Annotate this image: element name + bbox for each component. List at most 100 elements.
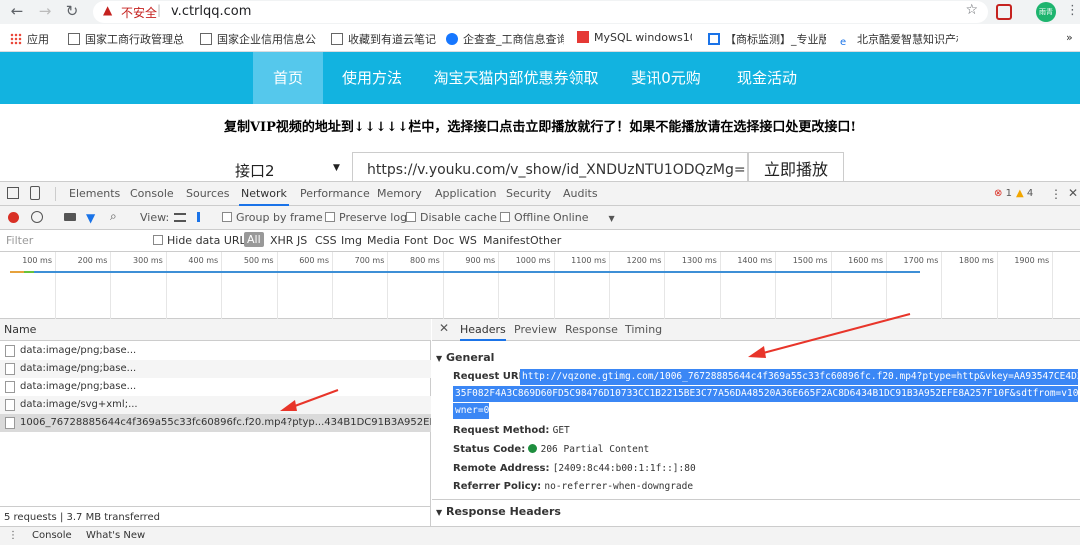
nav-home[interactable]: 首页 (253, 52, 323, 104)
extension-icon[interactable] (996, 4, 1012, 20)
timeline-gridline (387, 252, 389, 319)
general-section-toggle[interactable]: ▼ General (436, 351, 494, 364)
bookmark-item[interactable]: 国家工商行政管理总 (68, 31, 186, 47)
bookmark-item[interactable]: e 北京酷爱智慧知识产权 (840, 31, 958, 49)
tab-timing[interactable]: Timing (625, 323, 662, 336)
hide-data-urls-checkbox[interactable]: Hide data URLs (153, 234, 251, 247)
tab-headers[interactable]: Headers (460, 323, 506, 341)
request-row[interactable]: data:image/png;base... (0, 360, 431, 378)
tab-audits[interactable]: Audits (561, 182, 600, 206)
kebab-menu-icon[interactable]: ⋮ (1050, 187, 1062, 201)
filter-type-all[interactable]: All (244, 232, 264, 247)
security-label: 不安全 (121, 6, 158, 20)
page-icon (68, 33, 80, 45)
request-row[interactable]: data:image/png;base... (0, 342, 431, 360)
timeline-tick-label: 200 ms (77, 256, 108, 265)
profile-avatar[interactable]: 雨青 (1036, 2, 1056, 22)
request-row-selected[interactable]: 1006_76728885644c4f369a55c33fc60896fc.f2… (0, 414, 431, 432)
menu-icon[interactable]: ⋮ (1066, 3, 1079, 18)
bookmark-item[interactable]: 企查查_工商信息查询 (446, 31, 564, 47)
file-icon (5, 345, 15, 357)
timeline-tick-label: 1000 ms (515, 256, 551, 265)
nav-cash[interactable]: 现金活动 (728, 52, 806, 104)
timeline-gridline (996, 252, 998, 319)
file-icon (5, 399, 15, 411)
response-headers-toggle[interactable]: ▼ Response Headers (436, 505, 561, 518)
nav-usage[interactable]: 使用方法 (336, 52, 408, 104)
disable-cache-checkbox[interactable]: Disable cache (406, 211, 497, 224)
filter-type-css[interactable]: CSS (315, 234, 337, 247)
bookmark-item[interactable]: 国家企业信用信息公 (200, 31, 318, 47)
timeline-gridline (55, 252, 56, 319)
tab-console[interactable]: Console (128, 182, 176, 206)
filter-type-ws[interactable]: WS (459, 234, 477, 247)
network-overview[interactable]: 100 ms 200 ms 300 ms 400 ms 500 ms 600 ms 700 … (0, 252, 1080, 319)
nav-coupons[interactable]: 淘宝天猫内部优惠券领取 (428, 52, 604, 104)
drawer-tab-console[interactable]: Console (32, 530, 72, 541)
close-icon[interactable]: ✕ (439, 321, 449, 335)
tab-elements[interactable]: Elements (67, 182, 122, 206)
chevron-down-icon: ▼ (608, 214, 615, 223)
filter-type-font[interactable]: Font (404, 234, 428, 247)
list-view-icon[interactable] (174, 213, 186, 222)
more-bookmarks[interactable]: » (1066, 31, 1073, 44)
bookmark-item[interactable]: 【商标监测】_专业版 (708, 31, 826, 47)
tab-security[interactable]: Security (504, 182, 553, 206)
offline-checkbox[interactable]: Offline (500, 211, 550, 224)
search-icon[interactable]: ⌕ (110, 209, 117, 224)
device-toggle-icon[interactable] (30, 186, 40, 200)
tab-response[interactable]: Response (565, 323, 618, 336)
group-by-frame-checkbox[interactable]: Group by frame (222, 211, 323, 224)
filter-type-other[interactable]: Other (530, 234, 561, 247)
timeline-tick-label: 1100 ms (571, 256, 606, 265)
timeline-gridline (941, 252, 943, 319)
address-bar[interactable]: ▲ 不安全 | v.ctrlqq.com ☆ (93, 1, 988, 23)
bookmark-apps[interactable]: 应用 (10, 31, 58, 47)
preserve-log-checkbox[interactable]: Preserve log (325, 211, 407, 224)
inspect-icon[interactable] (7, 187, 19, 199)
drawer-menu-icon[interactable]: ⋮ (8, 530, 18, 541)
video-url-input[interactable]: https://v.youku.com/v_show/id_XNDUzNTU1O… (352, 152, 748, 184)
filter-type-js[interactable]: JS (297, 234, 307, 247)
filter-input[interactable]: Filter (6, 234, 33, 247)
bookmark-item[interactable]: MySQL windows10 (577, 31, 692, 44)
page-icon (331, 33, 343, 45)
drawer-tab-whats-new[interactable]: What's New (86, 530, 145, 541)
camera-icon[interactable] (64, 213, 76, 221)
name-column-header[interactable]: Name (0, 319, 431, 341)
qichacha-icon (446, 33, 458, 45)
forward-icon[interactable]: → (36, 2, 54, 20)
file-icon (5, 381, 15, 393)
warning-counter[interactable]: ▲ 4 (1016, 188, 1033, 199)
tab-performance[interactable]: Performance (298, 182, 372, 206)
tab-sources[interactable]: Sources (184, 182, 232, 206)
filter-icon[interactable]: ▼ (86, 211, 95, 225)
tab-application[interactable]: Application (433, 182, 498, 206)
filter-type-doc[interactable]: Doc (433, 234, 454, 247)
record-icon[interactable] (8, 212, 19, 223)
request-row[interactable]: data:image/svg+xml;... (0, 396, 431, 414)
timeline-gridline (442, 252, 444, 319)
back-icon[interactable]: ← (8, 2, 26, 20)
timeline-gridline (664, 252, 666, 319)
api-select[interactable]: 接口2 (235, 160, 275, 181)
tab-network[interactable]: Network (239, 182, 289, 206)
play-button[interactable]: 立即播放 (748, 152, 844, 184)
tab-preview[interactable]: Preview (514, 323, 557, 336)
request-row[interactable]: data:image/png;base... (0, 378, 431, 396)
tab-memory[interactable]: Memory (375, 182, 424, 206)
reload-icon[interactable]: ↻ (63, 2, 81, 20)
throttle-select[interactable]: Online ▼ (553, 211, 615, 224)
nav-phicomm[interactable]: 斐讯0元购 (624, 52, 708, 104)
filter-type-media[interactable]: Media (367, 234, 400, 247)
filter-type-manifest[interactable]: Manifest (483, 234, 530, 247)
filter-type-img[interactable]: Img (341, 234, 362, 247)
filter-type-xhr[interactable]: XHR (270, 234, 293, 247)
star-icon[interactable]: ☆ (965, 2, 978, 18)
error-counter[interactable]: ⊗ 1 (994, 188, 1012, 199)
close-icon[interactable]: ✕ (1068, 186, 1078, 200)
bookmark-item[interactable]: 收藏到有道云笔记 (331, 31, 436, 47)
clear-icon[interactable] (31, 211, 43, 223)
waterfall-icon[interactable] (197, 212, 211, 222)
dropdown-arrow-icon[interactable]: ▼ (333, 163, 340, 173)
